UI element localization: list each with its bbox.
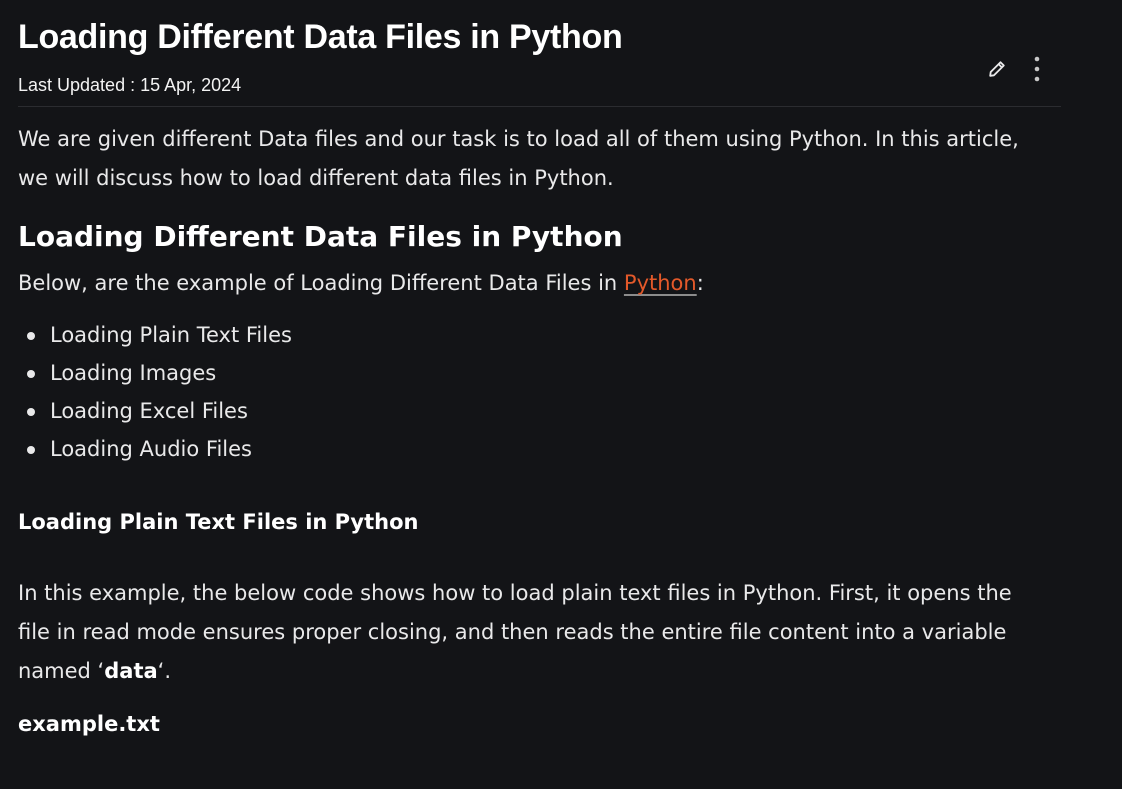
- below-text: Below, are the example of Loading Differ…: [18, 271, 624, 295]
- section-heading: Loading Different Data Files in Python: [18, 220, 623, 253]
- subsection-heading: Loading Plain Text Files in Python: [18, 510, 419, 534]
- article-title: Loading Different Data Files in Python: [18, 18, 623, 56]
- list-item: Loading Plain Text Files: [18, 316, 292, 354]
- pencil-icon[interactable]: [985, 56, 1009, 82]
- more-vertical-icon[interactable]: [1025, 56, 1049, 82]
- intro-paragraph: We are given different Data files and ou…: [18, 127, 1019, 190]
- article: Loading Different Data Files in Python L…: [18, 0, 1061, 736]
- last-updated: Last Updated : 15 Apr, 2024: [18, 75, 242, 95]
- variable-name: data: [104, 659, 158, 683]
- article-header: Loading Different Data Files in Python L…: [18, 0, 1061, 107]
- python-link[interactable]: Python: [624, 271, 697, 295]
- list-item: Loading Excel Files: [18, 392, 292, 430]
- below-colon: :: [696, 271, 704, 295]
- toc-list: Loading Plain Text Files Loading Images …: [18, 316, 292, 468]
- below-paragraph: Below, are the example of Loading Differ…: [18, 264, 704, 303]
- article-actions: [985, 56, 1049, 82]
- file-label: example.txt: [18, 712, 160, 736]
- list-item: Loading Images: [18, 354, 292, 392]
- example-paragraph: In this example, the below code shows ho…: [18, 574, 1048, 691]
- list-item: Loading Audio Files: [18, 430, 292, 468]
- example-text-end: ‘.: [157, 659, 172, 683]
